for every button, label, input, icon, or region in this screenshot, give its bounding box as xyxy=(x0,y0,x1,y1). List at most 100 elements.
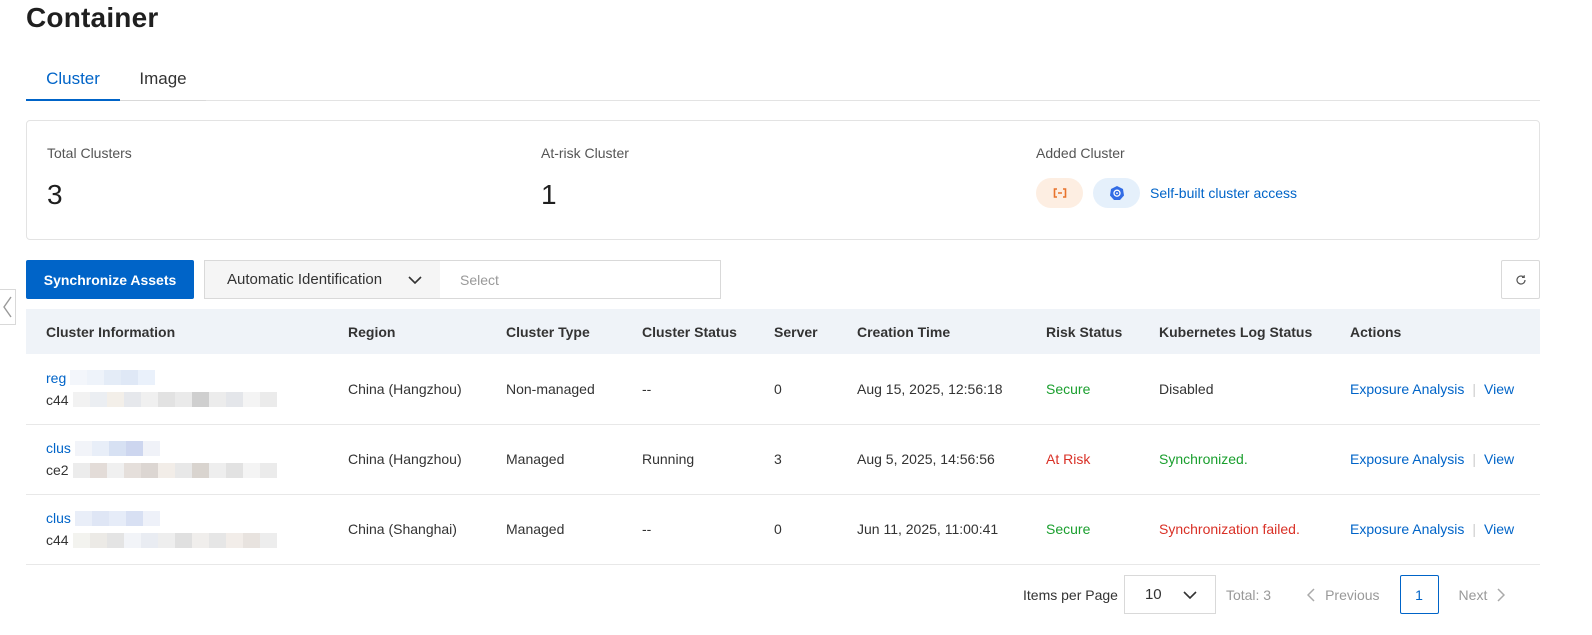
actions-cell: Exposure Analysis | View xyxy=(1330,424,1540,494)
cluster-info-cell: clus c44 xyxy=(26,494,328,564)
filter-group: Automatic Identification xyxy=(204,260,721,299)
chevron-left-icon xyxy=(3,296,12,318)
previous-label: Previous xyxy=(1325,586,1380,603)
previous-button[interactable]: Previous xyxy=(1307,586,1380,603)
exposure-analysis-link[interactable]: Exposure Analysis xyxy=(1350,521,1464,537)
divider: | xyxy=(1472,521,1477,537)
col-cluster-status: Cluster Status xyxy=(642,323,737,340)
col-server: Server xyxy=(774,323,818,340)
server-cell: 0 xyxy=(774,521,782,537)
region-cell: China (Hangzhou) xyxy=(348,451,462,467)
table-row: clus ce2 China (Hangzhou) Managed Runnin… xyxy=(26,424,1540,494)
stat-total-value: 3 xyxy=(47,179,63,210)
redacted-mosaic xyxy=(72,462,277,478)
filter-select-input[interactable] xyxy=(440,261,720,298)
risk-status-cell: At Risk xyxy=(1046,451,1091,467)
view-link[interactable]: View xyxy=(1484,451,1514,467)
table-row: clus c44 China (Shanghai) Managed -- 0 J… xyxy=(26,494,1540,564)
pagination: Items per Page 10 Total: 3 Previous 1 Ne… xyxy=(1023,575,1506,614)
stat-atrisk-value[interactable]: 1 xyxy=(541,179,629,211)
tab-cluster[interactable]: Cluster xyxy=(26,58,120,101)
view-link[interactable]: View xyxy=(1484,381,1514,397)
page-number-button[interactable]: 1 xyxy=(1399,575,1439,614)
chevron-right-icon xyxy=(1497,587,1506,602)
server-cell: 3 xyxy=(774,451,782,467)
stat-added-cluster: Added Cluster Self-built cluster access xyxy=(1036,145,1297,208)
table-header: Cluster Information Region Cluster Type … xyxy=(26,309,1540,354)
cluster-name-link[interactable]: clus xyxy=(46,440,71,456)
stat-total-clusters: Total Clusters 3 xyxy=(47,145,132,211)
col-log-status: Kubernetes Log Status xyxy=(1159,323,1313,340)
chevron-left-icon xyxy=(1307,587,1315,602)
summary-panel: Total Clusters 3 At-risk Cluster 1 Added… xyxy=(26,120,1540,240)
redacted-mosaic xyxy=(72,532,277,548)
creation-time-cell: Aug 5, 2025, 14:56:56 xyxy=(857,451,995,467)
stat-atrisk-label: At-risk Cluster xyxy=(541,145,629,161)
items-per-page-label: Items per Page xyxy=(1023,586,1118,603)
col-creation-time: Creation Time xyxy=(857,323,951,340)
redacted-mosaic xyxy=(74,440,160,456)
region-cell: China (Shanghai) xyxy=(348,521,457,537)
self-built-cluster-link[interactable]: Self-built cluster access xyxy=(1150,185,1297,201)
exposure-analysis-link[interactable]: Exposure Analysis xyxy=(1350,381,1464,397)
log-status-cell: Synchronization failed. xyxy=(1159,521,1300,537)
filter-mode-select[interactable]: Automatic Identification xyxy=(205,261,440,298)
risk-status-cell: Secure xyxy=(1046,521,1091,537)
items-per-page-select[interactable]: 10 xyxy=(1123,575,1216,614)
region-cell: China (Hangzhou) xyxy=(348,380,462,397)
divider: | xyxy=(1472,451,1477,467)
exposure-analysis-link[interactable]: Exposure Analysis xyxy=(1350,451,1464,467)
chevron-down-icon xyxy=(408,275,422,284)
cluster-info-cell: clus ce2 xyxy=(26,424,328,494)
col-cluster-info: Cluster Information xyxy=(46,323,176,340)
cluster-table: Cluster Information Region Cluster Type … xyxy=(26,309,1540,565)
orange-link-icon[interactable] xyxy=(1036,178,1083,208)
actions-cell: Exposure Analysis | View xyxy=(1330,494,1540,564)
creation-time-cell: Aug 15, 2025, 12:56:18 xyxy=(857,380,1003,397)
redacted-mosaic xyxy=(74,510,160,526)
cluster-id: c44 xyxy=(46,391,69,408)
added-cluster-row: Self-built cluster access xyxy=(1036,178,1297,208)
kubernetes-icon[interactable] xyxy=(1093,178,1140,208)
refresh-button[interactable] xyxy=(1501,260,1540,299)
next-label: Next xyxy=(1458,586,1488,603)
items-per-page-value: 10 xyxy=(1144,586,1162,603)
cluster-type-cell: Non-managed xyxy=(506,380,595,397)
stat-total-label: Total Clusters xyxy=(47,145,132,161)
risk-status-cell: Secure xyxy=(1046,380,1091,397)
refresh-icon xyxy=(1515,274,1526,285)
synchronize-assets-button[interactable]: Synchronize Assets xyxy=(26,260,194,299)
cluster-type-cell: Managed xyxy=(506,451,565,467)
tab-bar: Cluster Image xyxy=(26,58,1540,101)
cluster-type-cell: Managed xyxy=(506,521,565,537)
divider: | xyxy=(1472,380,1477,397)
col-actions: Actions xyxy=(1350,323,1402,340)
cluster-id: c44 xyxy=(46,532,69,548)
table-row: reg c44 China (Hangzhou) Non-managed -- … xyxy=(26,354,1540,424)
cluster-id: ce2 xyxy=(46,462,69,478)
cluster-name-link[interactable]: clus xyxy=(46,510,71,526)
stat-atrisk-cluster: At-risk Cluster 1 xyxy=(541,145,629,211)
cluster-info-cell: reg c44 xyxy=(26,354,328,424)
col-risk-status: Risk Status xyxy=(1046,323,1123,340)
log-status-cell: Synchronized. xyxy=(1159,451,1248,467)
chevron-down-icon xyxy=(1183,590,1197,599)
next-button[interactable]: Next xyxy=(1459,587,1506,603)
server-cell: 0 xyxy=(774,380,782,397)
cluster-name-link[interactable]: reg xyxy=(46,370,66,386)
col-region: Region xyxy=(348,323,396,340)
tab-image[interactable]: Image xyxy=(120,58,206,101)
cluster-status-cell: Running xyxy=(642,451,695,467)
redacted-mosaic xyxy=(70,370,156,386)
stat-added-label: Added Cluster xyxy=(1036,145,1125,161)
view-link[interactable]: View xyxy=(1484,521,1514,537)
filter-mode-label: Automatic Identification xyxy=(227,271,383,288)
collapse-handle[interactable] xyxy=(0,289,16,325)
page-title: Container xyxy=(26,2,159,33)
log-status-cell: Disabled xyxy=(1159,380,1214,397)
total-count: Total: 3 xyxy=(1225,586,1272,603)
cluster-status-cell: -- xyxy=(642,521,652,537)
redacted-mosaic xyxy=(72,392,277,408)
actions-cell: Exposure Analysis | View xyxy=(1330,354,1540,424)
col-cluster-type: Cluster Type xyxy=(506,323,590,340)
